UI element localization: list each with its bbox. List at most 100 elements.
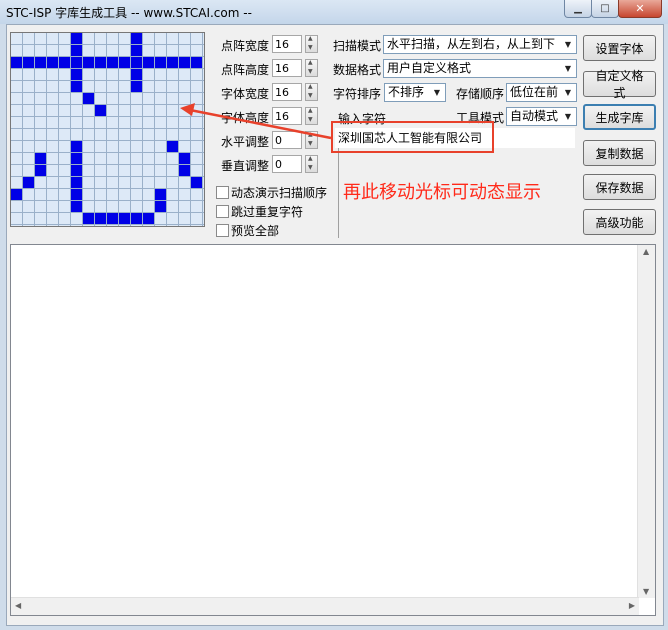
scroll-right-icon: ▶ <box>628 601 635 610</box>
save-data-button[interactable]: 保存数据 <box>583 174 656 200</box>
pixel-on <box>35 57 46 68</box>
output-textarea[interactable]: ▲ ▼ ◀ ▶ <box>10 244 656 616</box>
char-sort-label: 字符排序 <box>333 87 382 101</box>
close-icon: ✕ <box>635 2 645 15</box>
pixel-on <box>131 213 142 224</box>
pixel-on <box>71 45 82 56</box>
horizontal-scrollbar[interactable]: ◀ ▶ <box>11 597 639 615</box>
pixel-on <box>71 153 82 164</box>
font-height-spinner[interactable] <box>305 107 318 125</box>
annotation-text: 再此移动光标可动态显示 <box>343 182 541 203</box>
checkbox-label: 跳过重复字符 <box>231 205 304 219</box>
pixel-on <box>143 57 154 68</box>
pixel-on <box>131 81 142 92</box>
font-width-spinner[interactable] <box>305 83 318 101</box>
dot-height-input[interactable]: 16 <box>272 59 302 77</box>
data-format-select[interactable]: 用户自定义格式 ▼ <box>383 59 577 78</box>
pixel-on <box>83 213 94 224</box>
dot-height-spinner[interactable] <box>305 59 318 77</box>
set-font-button[interactable]: 设置字体 <box>583 35 656 61</box>
dot-width-spinner[interactable] <box>305 35 318 53</box>
dot-width-input[interactable]: 16 <box>272 35 302 53</box>
pixel-on <box>71 189 82 200</box>
chevron-down-icon: ▼ <box>564 88 572 97</box>
minimize-icon: ▁ <box>574 3 582 14</box>
param-label: 点阵宽度 <box>221 39 270 53</box>
pixel-on <box>71 57 82 68</box>
scroll-left-icon: ◀ <box>15 601 22 610</box>
scan-mode-select[interactable]: 水平扫描，从左到右，从上到下 ▼ <box>383 35 577 54</box>
chevron-down-icon: ▼ <box>433 88 441 97</box>
pixel-on <box>179 153 190 164</box>
param-label: 字体高度 <box>221 111 270 125</box>
skip-duplicate-checkbox[interactable] <box>216 205 229 218</box>
pixel-on <box>191 57 202 68</box>
pixel-on <box>71 33 82 44</box>
scroll-up-icon: ▲ <box>643 247 650 256</box>
pixel-on <box>167 57 178 68</box>
pixel-on <box>71 141 82 152</box>
font-width-input[interactable]: 16 <box>272 83 302 101</box>
pixel-on <box>47 57 58 68</box>
pixel-on <box>155 189 166 200</box>
chevron-down-icon: ▼ <box>564 64 572 73</box>
pixel-on <box>119 57 130 68</box>
chevron-down-icon: ▼ <box>564 40 572 49</box>
scan-mode-value: 水平扫描，从左到右，从上到下 <box>387 37 556 51</box>
pixel-on <box>131 45 142 56</box>
pixel-on <box>11 189 22 200</box>
generate-font-button[interactable]: 生成字库 <box>583 104 656 130</box>
work-mode-select[interactable]: 自动模式 ▼ <box>506 107 577 126</box>
checkbox-label: 动态演示扫描顺序 <box>231 186 328 200</box>
close-button[interactable]: ✕ <box>618 0 662 18</box>
data-format-label: 数据格式 <box>333 63 382 77</box>
param-label: 垂直调整 <box>221 159 270 173</box>
store-order-label: 存储顺序 <box>456 87 505 101</box>
char-sort-select[interactable]: 不排序 ▼ <box>384 83 446 102</box>
dot-matrix-preview[interactable] <box>10 32 205 227</box>
font-height-input[interactable]: 16 <box>272 107 302 125</box>
work-mode-value: 自动模式 <box>510 109 559 123</box>
pixel-on <box>71 177 82 188</box>
h-adjust-input[interactable]: 0 <box>272 131 302 149</box>
v-adjust-input[interactable]: 0 <box>272 155 302 173</box>
param-label: 点阵高度 <box>221 63 270 77</box>
pixel-on <box>11 57 22 68</box>
pixel-on <box>71 165 82 176</box>
advanced-button[interactable]: 高级功能 <box>583 209 656 235</box>
pixel-on <box>167 141 178 152</box>
param-label: 水平调整 <box>221 135 270 149</box>
minimize-button[interactable]: ▁ <box>564 0 592 18</box>
data-format-value: 用户自定义格式 <box>387 61 472 75</box>
pixel-on <box>71 81 82 92</box>
pixel-on <box>179 165 190 176</box>
copy-data-button[interactable]: 复制数据 <box>583 140 656 166</box>
store-order-select[interactable]: 低位在前 ▼ <box>506 83 577 102</box>
pixel-on <box>71 69 82 80</box>
window-title: STC-ISP 字库生成工具 -- www.STCAI.com -- <box>6 6 252 20</box>
maximize-button[interactable]: □ <box>591 0 619 18</box>
pixel-on <box>23 57 34 68</box>
h-adjust-spinner[interactable] <box>305 131 318 149</box>
vertical-scrollbar[interactable]: ▲ ▼ <box>637 245 655 598</box>
custom-format-button[interactable]: 自定义格式 <box>583 69 656 100</box>
pixel-on <box>23 177 34 188</box>
dynamic-scan-checkbox[interactable] <box>216 186 229 199</box>
chevron-down-icon: ▼ <box>564 112 572 121</box>
pixel-on <box>71 201 82 212</box>
pixel-on <box>179 57 190 68</box>
pixel-on <box>83 57 94 68</box>
preview-all-checkbox[interactable] <box>216 224 229 237</box>
scan-mode-label: 扫描模式 <box>333 39 382 53</box>
pixel-on <box>143 213 154 224</box>
pixel-on <box>35 165 46 176</box>
pixel-on <box>107 213 118 224</box>
pixel-on <box>155 57 166 68</box>
pixel-on <box>119 213 130 224</box>
pixel-on <box>35 153 46 164</box>
pixel-on <box>95 105 106 116</box>
v-adjust-spinner[interactable] <box>305 155 318 173</box>
scroll-down-icon: ▼ <box>643 587 650 596</box>
pixel-on <box>131 57 142 68</box>
param-label: 字体宽度 <box>221 87 270 101</box>
